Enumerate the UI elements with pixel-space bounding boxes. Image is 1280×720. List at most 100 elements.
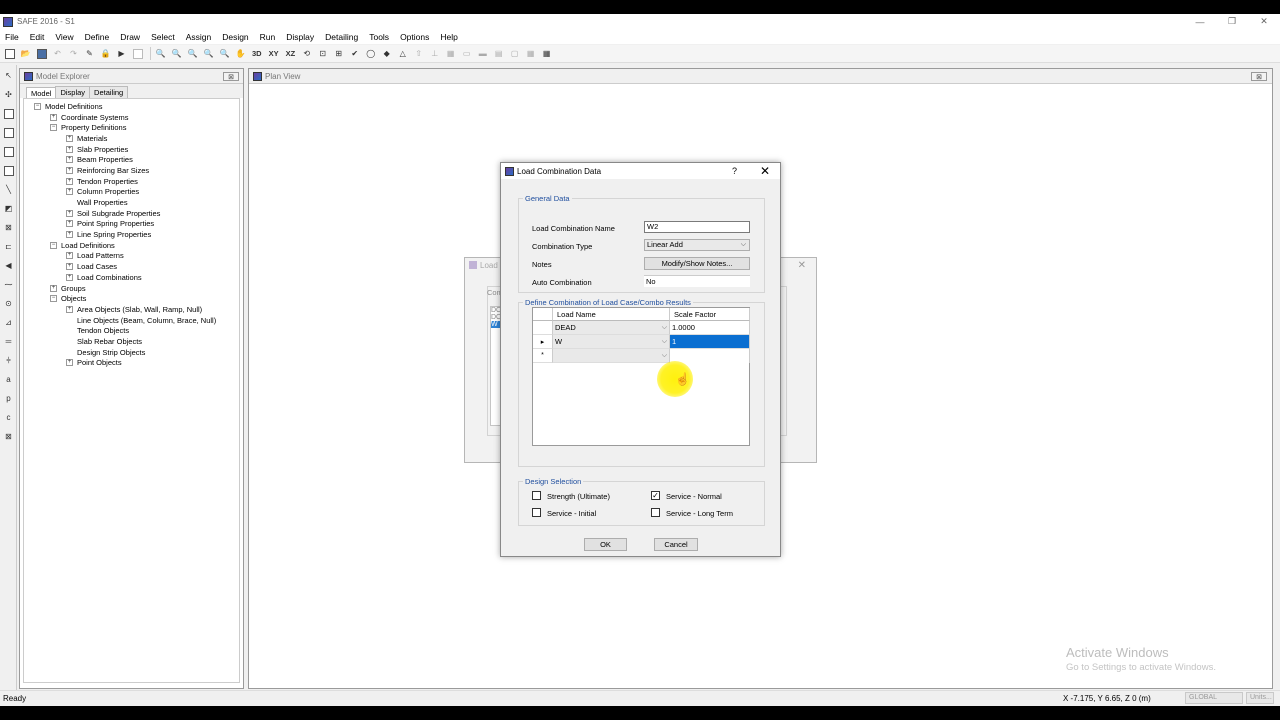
- view-3d-button[interactable]: 3D: [250, 47, 264, 60]
- pan-icon[interactable]: ✋: [234, 47, 247, 60]
- menu-file[interactable]: File: [5, 32, 19, 42]
- arrow-up-icon[interactable]: ⇧: [412, 47, 425, 60]
- expand-icon[interactable]: +: [66, 359, 73, 367]
- zoom-previous-icon[interactable]: 🔍: [218, 47, 231, 60]
- tree-item[interactable]: + Load Cases: [24, 261, 239, 272]
- grid-icon[interactable]: ▦: [444, 47, 457, 60]
- table-row-scale-factor[interactable]: 1.0000: [670, 321, 750, 335]
- undo-icon[interactable]: ↶: [51, 47, 64, 60]
- tree-item[interactable]: Wall Properties: [24, 197, 239, 208]
- coordinate-system-select[interactable]: GLOBAL: [1185, 692, 1243, 704]
- view-xz-button[interactable]: XZ: [284, 47, 298, 60]
- circle-icon[interactable]: ◯: [364, 47, 377, 60]
- draw-column-icon[interactable]: ⊠: [2, 221, 15, 234]
- expand-icon[interactable]: +: [66, 252, 73, 260]
- refresh-icon[interactable]: [131, 47, 144, 60]
- combination-type-select[interactable]: Linear Add ⌵: [644, 239, 750, 251]
- tree-item[interactable]: + Point Spring Properties: [24, 219, 239, 230]
- draw-rebar-icon[interactable]: ═: [2, 335, 15, 348]
- draw-slab-icon[interactable]: [2, 107, 15, 120]
- redo-icon[interactable]: ↷: [67, 47, 80, 60]
- draw-strip-icon[interactable]: ◀: [2, 259, 15, 272]
- expand-icon[interactable]: +: [66, 273, 73, 281]
- run-icon[interactable]: ▶: [115, 47, 128, 60]
- object-icon[interactable]: ▢: [508, 47, 521, 60]
- collapse-icon[interactable]: −: [34, 102, 41, 110]
- zoom-out-icon[interactable]: 🔍: [202, 47, 215, 60]
- expand-icon[interactable]: +: [66, 177, 73, 185]
- menu-options[interactable]: Options: [400, 32, 429, 42]
- beam-icon[interactable]: ▬: [476, 47, 489, 60]
- tree-item[interactable]: Line Objects (Beam, Column, Brace, Null): [24, 315, 239, 326]
- snap-icon[interactable]: ⊠: [2, 430, 15, 443]
- row-header[interactable]: [533, 321, 553, 335]
- set-display-icon[interactable]: ⊞: [332, 47, 345, 60]
- tab-display[interactable]: Display: [55, 86, 91, 98]
- table-row-scale-factor[interactable]: [670, 349, 750, 363]
- draw-wall-icon[interactable]: ⊏: [2, 240, 15, 253]
- draw-opening-icon[interactable]: [2, 164, 15, 177]
- strip-icon[interactable]: ▤: [492, 47, 505, 60]
- expand-icon[interactable]: +: [66, 156, 73, 164]
- table-icon[interactable]: ▦: [524, 47, 537, 60]
- tree-item[interactable]: + Soil Subgrade Properties: [24, 208, 239, 219]
- tree-item[interactable]: + Column Properties: [24, 187, 239, 198]
- tree-item[interactable]: − Objects: [24, 293, 239, 304]
- slab-icon[interactable]: ▭: [460, 47, 473, 60]
- plan-view-close-button[interactable]: ⊠: [1251, 72, 1267, 81]
- tree-item[interactable]: + Tendon Properties: [24, 176, 239, 187]
- minimize-button[interactable]: —: [1184, 14, 1216, 29]
- check-icon[interactable]: ✔: [348, 47, 361, 60]
- draw-dimension-icon[interactable]: ⊿: [2, 316, 15, 329]
- model-explorer-close-button[interactable]: ⊠: [223, 72, 239, 81]
- draw-area-icon[interactable]: [2, 145, 15, 158]
- table-row-load-name[interactable]: DEAD ⌵: [553, 321, 670, 335]
- reshape-icon[interactable]: ✣: [2, 88, 15, 101]
- expand-icon[interactable]: +: [66, 231, 73, 239]
- expand-icon[interactable]: +: [50, 113, 57, 121]
- row-header[interactable]: *: [533, 349, 553, 363]
- tree-item[interactable]: + Coordinate Systems: [24, 112, 239, 123]
- triangle-icon[interactable]: △: [396, 47, 409, 60]
- tree-item[interactable]: Tendon Objects: [24, 325, 239, 336]
- modify-show-notes-button[interactable]: Modify/Show Notes...: [644, 257, 750, 270]
- draw-beam-icon[interactable]: ◩: [2, 202, 15, 215]
- expand-icon[interactable]: +: [66, 145, 73, 153]
- service-initial-checkbox[interactable]: [532, 508, 541, 517]
- tree-item[interactable]: + Load Patterns: [24, 251, 239, 262]
- menu-run[interactable]: Run: [260, 32, 276, 42]
- service-normal-checkbox[interactable]: ✓: [651, 491, 660, 500]
- combination-name-input[interactable]: W2: [644, 221, 750, 233]
- expand-icon[interactable]: +: [66, 263, 73, 271]
- bg-dialog-close-icon[interactable]: ✕: [798, 260, 806, 271]
- select-all-icon[interactable]: a: [2, 373, 15, 386]
- previous-selection-icon[interactable]: p: [2, 392, 15, 405]
- tree-item[interactable]: + Materials: [24, 133, 239, 144]
- tree-item[interactable]: + Reinforcing Bar Sizes: [24, 165, 239, 176]
- tree-item[interactable]: + Point Objects: [24, 358, 239, 369]
- table-row-scale-factor-editing[interactable]: 1: [670, 335, 750, 349]
- tree-item[interactable]: + Line Spring Properties: [24, 229, 239, 240]
- display-table-icon[interactable]: ▦: [540, 47, 553, 60]
- expand-icon[interactable]: +: [50, 284, 57, 292]
- restore-button[interactable]: ❐: [1216, 14, 1248, 29]
- collapse-icon[interactable]: −: [50, 124, 57, 132]
- draw-tendon-icon[interactable]: ⁓: [2, 278, 15, 291]
- collapse-icon[interactable]: −: [50, 295, 57, 303]
- rotate-icon[interactable]: ⟲: [300, 47, 313, 60]
- collapse-icon[interactable]: −: [50, 241, 57, 249]
- diamond-icon[interactable]: ◆: [380, 47, 393, 60]
- tree-item[interactable]: + Groups: [24, 283, 239, 294]
- draw-rectangle-icon[interactable]: [2, 126, 15, 139]
- expand-icon[interactable]: +: [66, 209, 73, 217]
- tree-item[interactable]: Slab Rebar Objects: [24, 336, 239, 347]
- draw-section-cut-icon[interactable]: ⫩: [2, 354, 15, 367]
- expand-icon[interactable]: +: [66, 305, 73, 313]
- menu-design[interactable]: Design: [222, 32, 248, 42]
- strength-ultimate-checkbox[interactable]: [532, 491, 541, 500]
- tree-item[interactable]: + Area Objects (Slab, Wall, Ramp, Null): [24, 304, 239, 315]
- tree-item[interactable]: + Beam Properties: [24, 154, 239, 165]
- lock-icon[interactable]: 🔒: [99, 47, 112, 60]
- tree-item[interactable]: + Load Combinations: [24, 272, 239, 283]
- zoom-fit-icon[interactable]: 🔍: [170, 47, 183, 60]
